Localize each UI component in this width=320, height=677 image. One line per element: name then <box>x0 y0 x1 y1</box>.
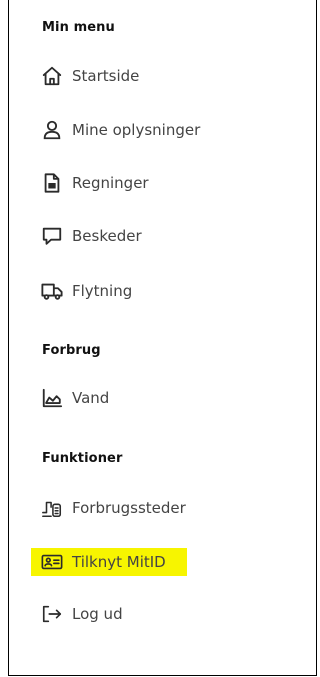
meter-icon <box>40 496 64 520</box>
id-card-icon <box>40 550 64 574</box>
document-icon <box>40 171 64 195</box>
section-heading-forbrug: Forbrug <box>42 343 101 358</box>
user-icon <box>40 118 64 142</box>
menu-item-startside[interactable]: Startside <box>40 62 139 90</box>
menu-item-label: Flytning <box>72 282 133 300</box>
menu-item-tilknyt-mitid[interactable]: Tilknyt MitID <box>40 548 166 576</box>
section-heading-funktioner: Funktioner <box>42 451 123 466</box>
section-heading-min-menu: Min menu <box>42 20 115 35</box>
menu-item-regninger[interactable]: Regninger <box>40 169 149 197</box>
menu-item-label: Startside <box>72 67 140 85</box>
side-menu: Min menu Startside Mine oplysninger Regn… <box>8 0 317 676</box>
home-icon <box>40 64 64 88</box>
message-icon <box>40 224 64 248</box>
menu-item-label: Log ud <box>72 605 123 623</box>
chart-icon <box>40 386 64 410</box>
menu-item-flytning[interactable]: Flytning <box>40 277 132 305</box>
truck-icon <box>40 279 64 303</box>
menu-item-label: Tilknyt MitID <box>72 553 166 571</box>
menu-item-label: Vand <box>72 389 110 407</box>
menu-item-vand[interactable]: Vand <box>40 384 109 412</box>
menu-item-log-ud[interactable]: Log ud <box>40 600 123 628</box>
menu-item-label: Regninger <box>72 174 149 192</box>
menu-item-label: Beskeder <box>72 227 142 245</box>
menu-item-label: Forbrugssteder <box>72 499 186 517</box>
menu-item-label: Mine oplysninger <box>72 121 201 139</box>
menu-item-forbrugssteder[interactable]: Forbrugssteder <box>40 494 186 522</box>
menu-item-beskeder[interactable]: Beskeder <box>40 222 142 250</box>
logout-icon <box>40 602 64 626</box>
menu-item-mine-oplysninger[interactable]: Mine oplysninger <box>40 116 200 144</box>
